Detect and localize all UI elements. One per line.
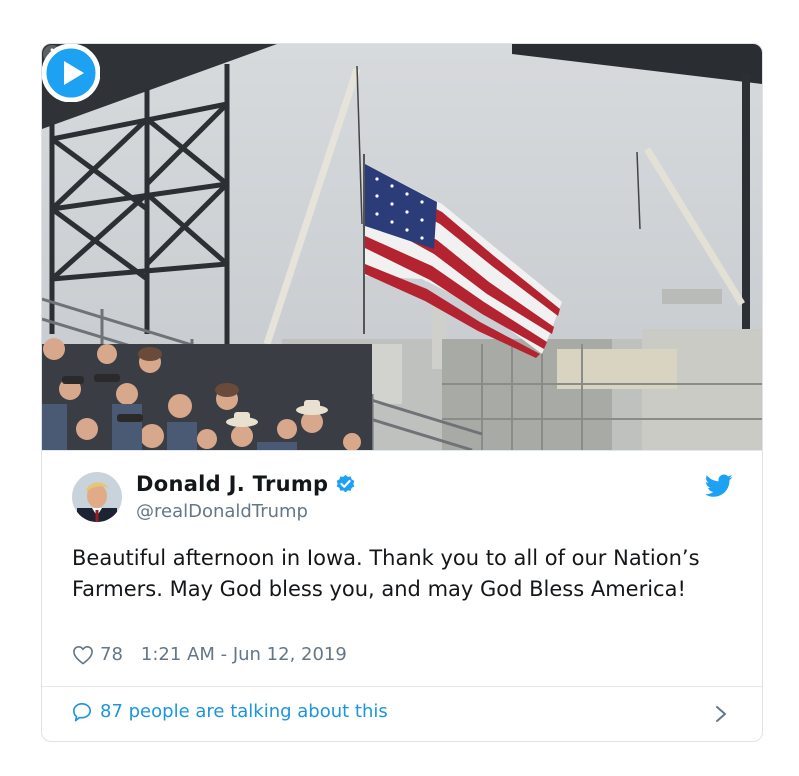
video-thumbnail[interactable]	[42, 44, 762, 450]
avatar[interactable]	[72, 472, 122, 522]
author-name[interactable]: Donald J. Trump	[136, 472, 328, 496]
rally-scene-image	[42, 44, 762, 450]
heart-icon[interactable]	[72, 645, 94, 665]
media-divider	[42, 450, 762, 451]
profile-photo	[72, 472, 122, 522]
verified-badge-icon	[337, 474, 355, 492]
tweet-meta: 78 1:21 AM - Jun 12, 2019	[72, 644, 347, 665]
tweet-card: Donald J. Trump @realDonaldTrump Beautif…	[41, 43, 763, 742]
like-count: 78	[100, 644, 123, 665]
tweet-text: Beautiful afternoon in Iowa. Thank you t…	[72, 546, 700, 601]
tweet-timestamp[interactable]: 1:21 AM - Jun 12, 2019	[141, 644, 347, 665]
conversation-link[interactable]: 87 people are talking about this	[72, 701, 388, 722]
footer-divider	[42, 686, 762, 687]
twitter-bird-icon[interactable]	[705, 474, 733, 498]
conversation-count: 87 people are talking about this	[100, 701, 388, 722]
chevron-right-icon[interactable]	[714, 704, 728, 724]
author-row: Donald J. Trump	[136, 472, 356, 496]
author-handle[interactable]: @realDonaldTrump	[136, 501, 308, 522]
play-icon[interactable]	[42, 44, 100, 102]
speech-bubble-icon	[73, 702, 91, 721]
